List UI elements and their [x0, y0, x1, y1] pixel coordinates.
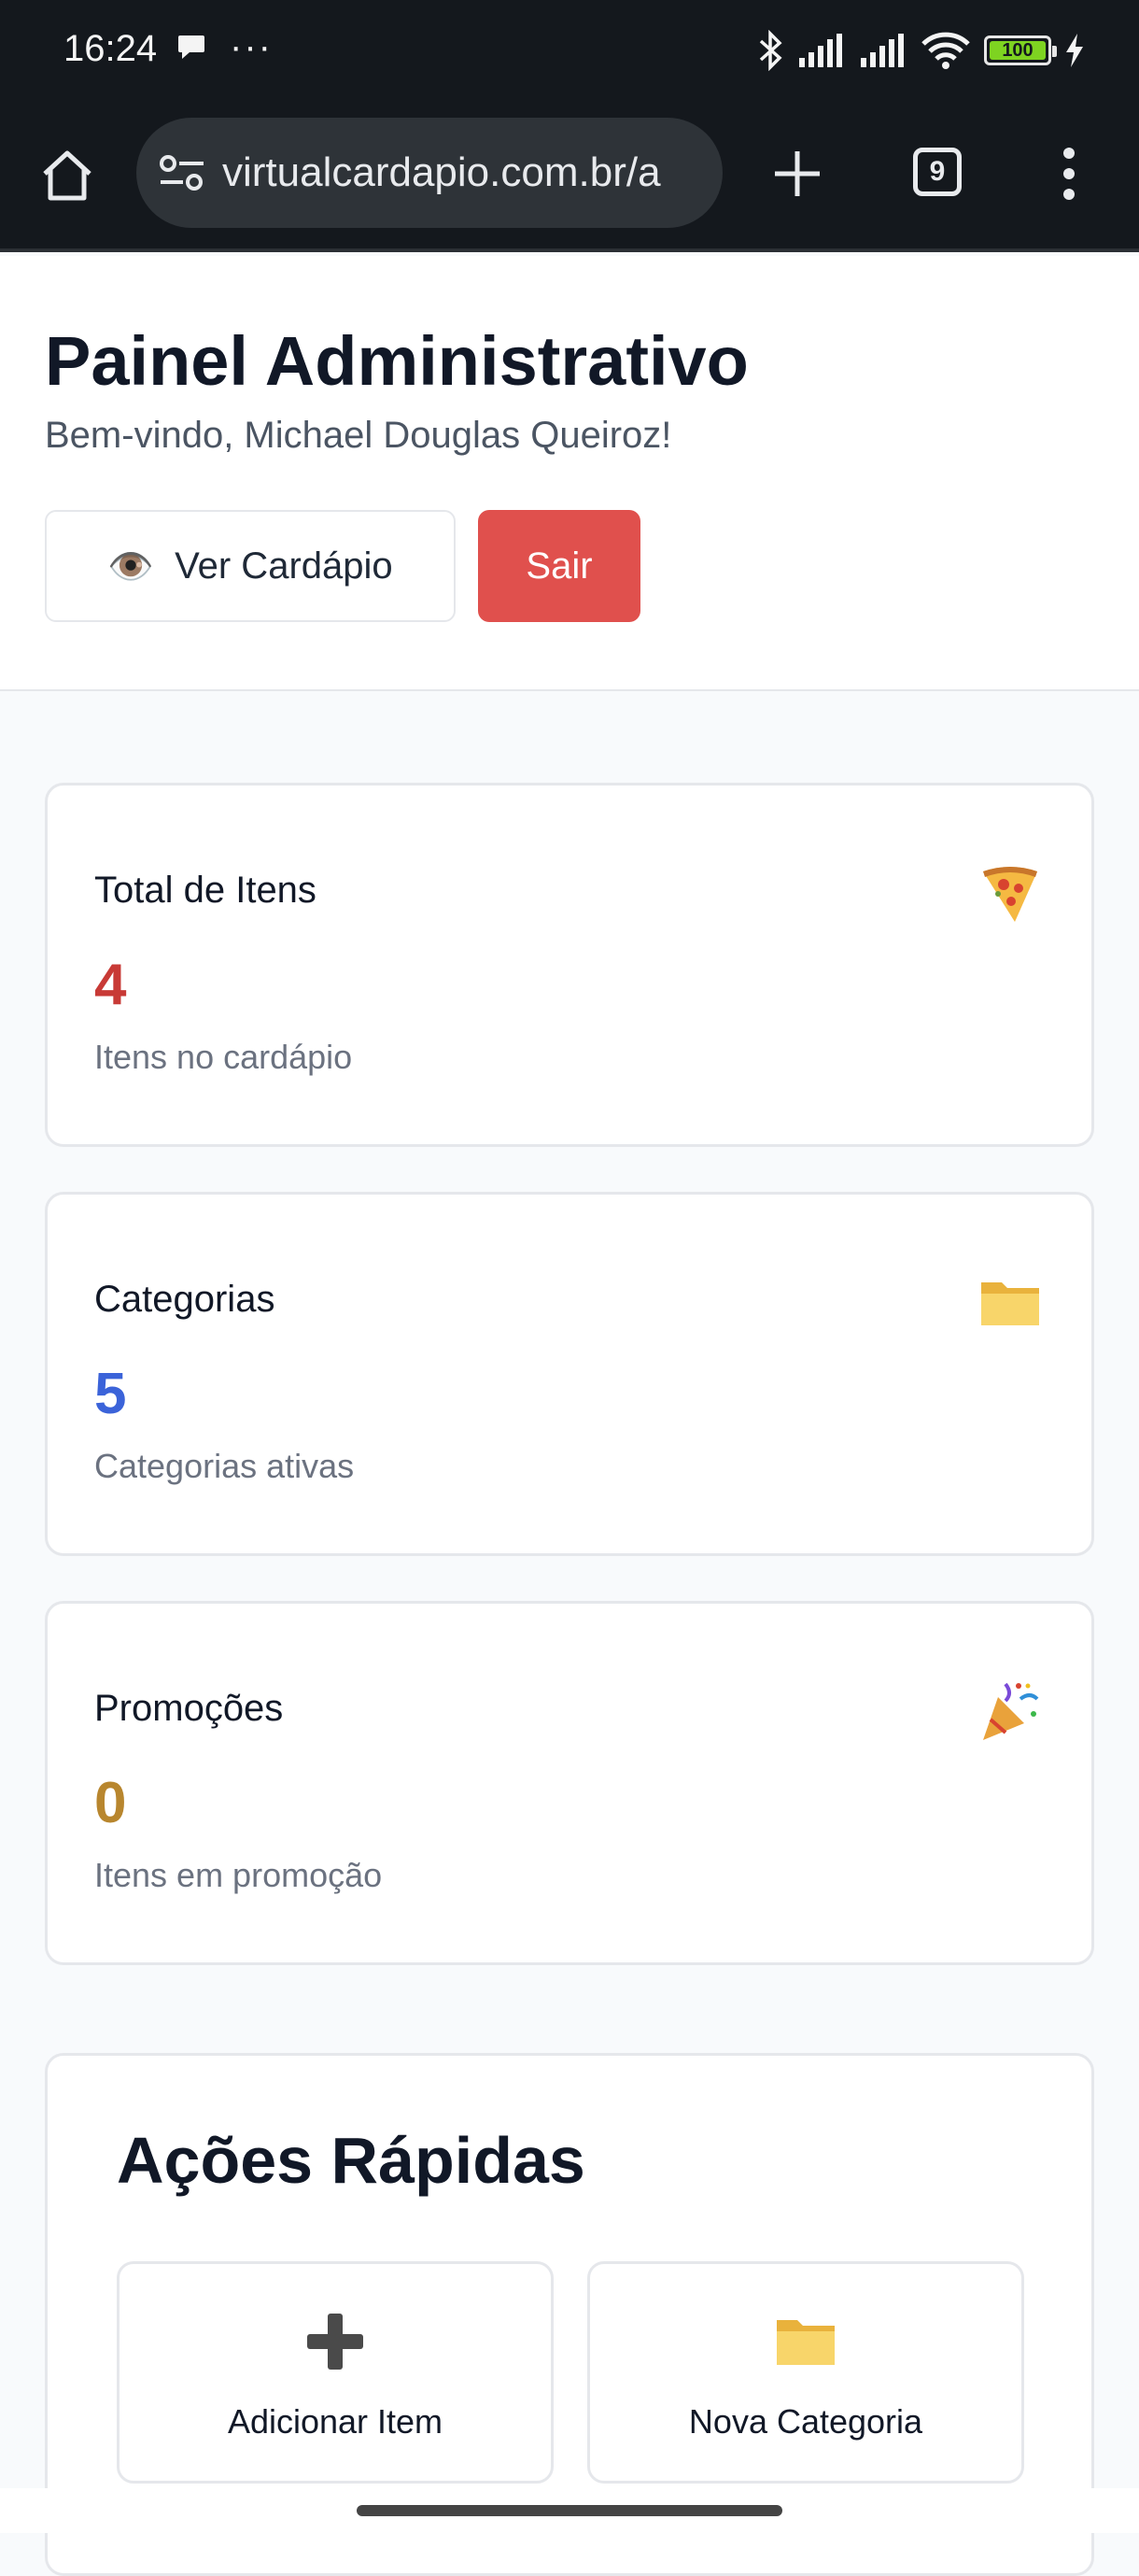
- stat-subtitle: Itens em promoção: [94, 1856, 383, 1894]
- stat-value: 4: [94, 953, 127, 1017]
- signal-icon: [799, 34, 842, 67]
- plus-icon: [307, 2314, 363, 2370]
- add-item-label: Adicionar Item: [227, 2402, 443, 2441]
- page-title: Painel Administrativo: [45, 322, 749, 400]
- stat-value: 5: [94, 1362, 127, 1426]
- quick-actions-title: Ações Rápidas: [117, 2124, 585, 2197]
- dashboard-header: Painel Administrativo Bem-vindo, Michael…: [0, 256, 1139, 691]
- new-category-button[interactable]: Nova Categoria: [587, 2261, 1024, 2484]
- gesture-nav-bar: [0, 2488, 1139, 2533]
- browser-menu-icon[interactable]: [1055, 146, 1083, 202]
- wifi-icon: [921, 32, 970, 69]
- logout-button[interactable]: Sair: [478, 510, 640, 622]
- status-time: 16:24: [63, 28, 158, 69]
- stat-subtitle: Categorias ativas: [94, 1447, 355, 1485]
- site-settings-icon[interactable]: [159, 154, 205, 191]
- home-icon[interactable]: [37, 146, 97, 205]
- stat-value: 0: [94, 1771, 127, 1835]
- more-notifications-icon: ···: [230, 26, 273, 67]
- tab-count: 9: [929, 156, 946, 187]
- new-category-label: Nova Categoria: [688, 2402, 923, 2441]
- stat-subtitle: Itens no cardápio: [94, 1038, 353, 1076]
- stat-title: Categorias: [94, 1279, 275, 1320]
- status-icons: 100: [756, 28, 1085, 73]
- status-bar: 16:24 ··· 100: [0, 0, 1139, 103]
- tab-switcher-button[interactable]: 9: [913, 148, 962, 196]
- stat-card-items: Total de Itens 4 Itens no cardápio: [45, 783, 1094, 1147]
- folder-icon: [981, 1282, 1039, 1325]
- stat-card-promotions: Promoções 0 Itens em promoção: [45, 1601, 1094, 1965]
- browser-toolbar: virtualcardapio.com.br/a 9: [0, 103, 1139, 252]
- battery-level: 100: [1002, 39, 1034, 61]
- battery-icon: 100: [984, 35, 1057, 65]
- stat-title: Promoções: [94, 1688, 284, 1729]
- view-menu-label: Ver Cardápio: [175, 545, 393, 587]
- charging-icon: [1066, 34, 1083, 67]
- home-gesture-handle[interactable]: [357, 2505, 782, 2516]
- folder-icon: [777, 2320, 835, 2365]
- add-item-button[interactable]: Adicionar Item: [117, 2261, 554, 2484]
- logout-label: Sair: [526, 545, 593, 587]
- address-bar[interactable]: virtualcardapio.com.br/a: [136, 118, 723, 228]
- welcome-message: Bem-vindo, Michael Douglas Queiroz!: [45, 415, 672, 456]
- stat-card-categories: Categorias 5 Categorias ativas: [45, 1192, 1094, 1556]
- party-popper-icon: [983, 1682, 1039, 1740]
- message-icon: [178, 35, 204, 59]
- new-tab-icon[interactable]: [771, 148, 823, 200]
- pizza-icon: [983, 867, 1037, 922]
- bluetooth-icon: [759, 30, 782, 71]
- stat-title: Total de Itens: [94, 870, 316, 911]
- url-text: virtualcardapio.com.br/a: [222, 149, 661, 195]
- eye-icon: 👁️: [107, 545, 155, 587]
- view-menu-button[interactable]: 👁️ Ver Cardápio: [45, 510, 456, 622]
- signal-icon-2: [861, 34, 904, 67]
